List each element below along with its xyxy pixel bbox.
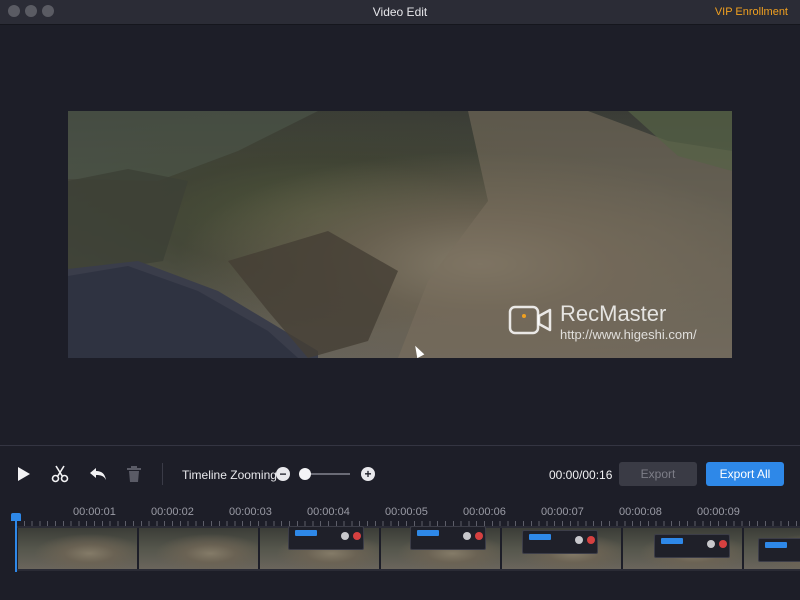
track-thumbnail: [137, 528, 258, 569]
camera-icon: [508, 305, 552, 335]
video-preview: RecMaster http://www.higeshi.com/: [68, 111, 732, 358]
export-all-button[interactable]: Export All: [706, 462, 784, 486]
undo-icon: [90, 468, 106, 480]
toolbar-divider: [0, 445, 800, 446]
zoom-in-button[interactable]: +: [361, 467, 375, 481]
ruler-label: 00:00:05: [385, 506, 428, 518]
recording-overlay-thumbnail: [410, 526, 486, 550]
ruler-label: 00:00:06: [463, 506, 506, 518]
play-icon: [18, 467, 30, 481]
time-display: 00:00/00:16: [549, 468, 613, 482]
title-bar: Video Edit VIP Enrollment: [0, 0, 800, 25]
vip-enrollment-link[interactable]: VIP Enrollment: [715, 6, 788, 18]
trash-icon: [127, 466, 141, 482]
window-title: Video Edit: [372, 5, 428, 19]
delete-button[interactable]: [122, 463, 146, 485]
play-button[interactable]: [12, 463, 36, 485]
recording-overlay-thumbnail: [758, 538, 800, 562]
undo-button[interactable]: [86, 463, 110, 485]
timeline-zoom-label: Timeline Zooming: [182, 468, 277, 482]
zoom-slider-thumb[interactable]: [299, 468, 311, 480]
playhead[interactable]: [15, 516, 17, 572]
watermark-name: RecMaster: [560, 301, 667, 326]
toolbar-separator: [162, 463, 163, 485]
zoom-out-button[interactable]: −: [276, 467, 290, 481]
export-button[interactable]: Export: [619, 462, 697, 486]
ruler-label: 00:00:04: [307, 506, 350, 518]
ruler-label: 00:00:09: [697, 506, 740, 518]
watermark-url: http://www.higeshi.com/: [560, 327, 697, 342]
track-thumbnail: [16, 528, 137, 569]
recording-overlay-thumbnail: [654, 534, 730, 558]
recording-overlay-thumbnail: [288, 526, 364, 550]
ruler-label: 00:00:07: [541, 506, 584, 518]
cut-button[interactable]: [48, 463, 72, 485]
ruler-label: 00:00:01: [73, 506, 116, 518]
scissors-icon: [51, 465, 69, 483]
video-track[interactable]: [16, 526, 800, 571]
ruler-label: 00:00:02: [151, 506, 194, 518]
ruler-label: 00:00:08: [619, 506, 662, 518]
ruler-label: 00:00:03: [229, 506, 272, 518]
recording-overlay-thumbnail: [522, 530, 598, 554]
